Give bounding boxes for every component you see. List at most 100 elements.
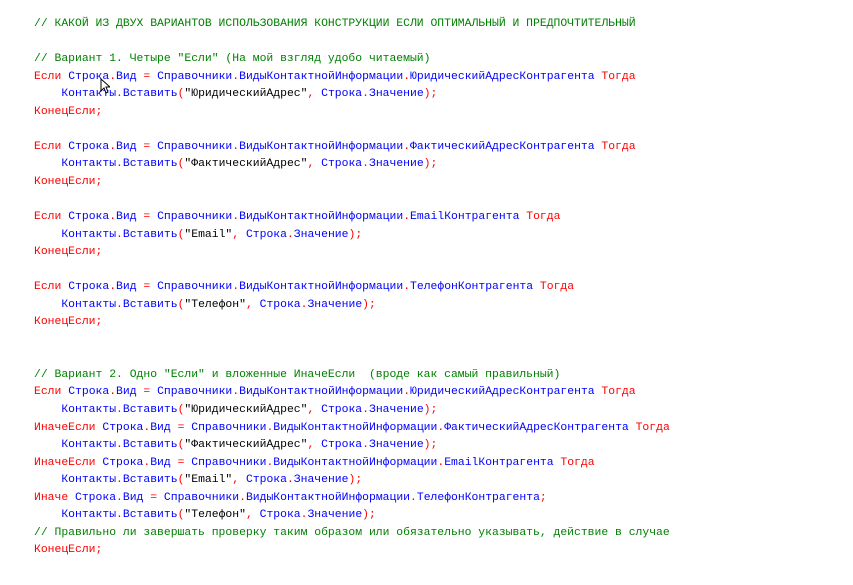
code-line: Если Строка.Вид = Справочники.ВидыКонтак… (34, 384, 670, 402)
code-token-identifier: ВидыКонтактнойИнформации (273, 456, 438, 469)
code-token-operator: . (362, 88, 369, 101)
code-token-identifier: Вид (116, 211, 137, 224)
code-line: Если Строка.Вид = Справочники.ВидыКонтак… (34, 69, 670, 87)
code-token-keyword: Тогда (594, 70, 636, 83)
code-token-identifier: EmailКонтрагента (410, 211, 520, 224)
code-token-keyword: Тогда (594, 386, 636, 399)
code-token-keyword: КонецЕсли; (34, 105, 103, 118)
code-token-identifier: Справочники (157, 386, 233, 399)
code-editor[interactable]: // КАКОЙ ИЗ ДВУХ ВАРИАНТОВ ИСПОЛЬЗОВАНИЯ… (0, 0, 853, 585)
code-token-string-literal: "ФактическийАдрес" (184, 158, 308, 171)
code-token-identifier: ВидыКонтактнойИнформации (245, 491, 411, 504)
code-token-string-literal: "ЮридическийАдрес" (184, 404, 308, 417)
code-token-operator: . (362, 439, 369, 452)
code-token-comment: // Правильно ли завершать проверку таким… (34, 526, 670, 539)
code-token-identifier: Строка (245, 228, 287, 241)
code-token-identifier: ТелефонКонтрагента (410, 281, 534, 294)
code-token-operator: ); (362, 298, 376, 311)
code-token-operator: . (403, 386, 411, 399)
code-token-identifier: Значение (368, 88, 424, 101)
code-token-operator: = (170, 421, 192, 434)
code-line: КонецЕсли; (34, 314, 670, 332)
code-token-operator: . (116, 491, 123, 504)
code-token-comment: // Вариант 2. Одно "Если" и вложенные Ин… (34, 368, 561, 381)
code-token-operator: . (403, 70, 411, 83)
code-token-indent (34, 88, 61, 100)
code-token-operator: . (286, 474, 294, 487)
code-token-operator: . (116, 439, 123, 452)
code-line: // Правильно ли завершать проверку таким… (34, 525, 670, 543)
code-line: КонецЕсли; (34, 244, 670, 262)
code-token-identifier: Справочники (157, 70, 233, 83)
code-token-identifier: Вид (150, 421, 171, 434)
code-token-keyword: КонецЕсли; (34, 246, 103, 259)
code-token-identifier: Вид (116, 70, 137, 83)
code-token-identifier: Строка (321, 158, 363, 171)
code-line: Если Строка.Вид = Справочники.ВидыКонтак… (34, 139, 670, 157)
code-token-identifier: Значение (307, 509, 363, 522)
code-token-identifier: Вставить (122, 158, 178, 171)
code-token-operator: . (116, 158, 123, 171)
code-token-identifier: Контакты (61, 509, 117, 522)
code-token-identifier: Значение (368, 158, 424, 171)
code-token-operator: . (362, 404, 369, 417)
code-token-comment: // Вариант 1. Четыре "Если" (На мой взгл… (34, 53, 431, 66)
code-token-operator: ); (423, 439, 438, 452)
code-line: // КАКОЙ ИЗ ДВУХ ВАРИАНТОВ ИСПОЛЬЗОВАНИЯ… (34, 16, 670, 34)
code-token-identifier: Справочники (191, 456, 267, 469)
code-text-area[interactable]: // КАКОЙ ИЗ ДВУХ ВАРИАНТОВ ИСПОЛЬЗОВАНИЯ… (34, 16, 670, 560)
code-token-identifier: Строка (68, 281, 110, 294)
code-line: Контакты.Вставить("ЮридическийАдрес", Ст… (34, 402, 670, 420)
code-token-string-literal: "Email" (184, 228, 233, 241)
code-token-identifier: Строка (68, 211, 110, 224)
code-token-operator: , (245, 298, 260, 311)
code-token-operator: . (286, 228, 294, 241)
code-token-indent (34, 474, 61, 486)
code-token-identifier: Строка (321, 439, 363, 452)
code-token-operator: , (232, 228, 246, 241)
code-token-identifier: Вставить (122, 298, 178, 311)
code-token-identifier: Строка (102, 421, 144, 434)
code-token-comment: // КАКОЙ ИЗ ДВУХ ВАРИАНТОВ ИСПОЛЬЗОВАНИЯ… (34, 18, 636, 30)
code-token-identifier: Контакты (61, 439, 117, 452)
code-token-operator: . (403, 281, 411, 294)
code-line: // Вариант 2. Одно "Если" и вложенные Ин… (34, 367, 670, 385)
code-token-operator: = (136, 281, 158, 294)
code-token-identifier: Вставить (122, 88, 178, 101)
code-token-identifier: Вставить (122, 439, 178, 452)
code-token-keyword: Если (34, 211, 69, 224)
code-token-identifier: Строка (102, 456, 144, 469)
code-line: Если Строка.Вид = Справочники.ВидыКонтак… (34, 279, 670, 297)
code-line: Контакты.Вставить("Телефон", Строка.Знач… (34, 507, 670, 525)
code-token-identifier: Строка (68, 140, 110, 153)
code-token-identifier: Справочники (157, 281, 233, 294)
code-line: Контакты.Вставить("Email", Строка.Значен… (34, 472, 670, 490)
code-token-identifier: Справочники (163, 491, 240, 504)
code-token-operator: , (307, 439, 322, 452)
code-token-string-literal: "Email" (184, 474, 233, 487)
code-line: КонецЕсли; (34, 174, 670, 192)
code-token-identifier: Значение (293, 228, 349, 241)
code-token-identifier: Справочники (157, 140, 233, 153)
code-token-keyword: Тогда (594, 140, 636, 153)
code-token-identifier: ВидыКонтактнойИнформации (239, 386, 404, 399)
code-line: КонецЕсли; (34, 542, 670, 560)
code-token-string-literal: "Телефон" (184, 298, 246, 311)
code-token-operator: . (362, 158, 369, 171)
code-token-identifier: Значение (307, 298, 363, 311)
code-token-operator: = (136, 140, 158, 153)
code-token-operator: . (116, 474, 123, 487)
code-token-operator: = (143, 491, 164, 504)
code-token-keyword: Если (34, 70, 69, 83)
code-token-operator: . (116, 298, 123, 311)
code-token-identifier: ФактическийАдресКонтрагента (410, 140, 595, 153)
code-token-identifier: ВидыКонтактнойИнформации (239, 281, 404, 294)
code-token-operator: . (239, 491, 246, 504)
code-token-identifier: Строка (259, 298, 301, 311)
code-token-operator: = (136, 70, 158, 83)
code-token-identifier: Контакты (61, 228, 117, 241)
code-token-identifier: Контакты (61, 404, 117, 417)
code-token-identifier: Справочники (157, 211, 233, 224)
